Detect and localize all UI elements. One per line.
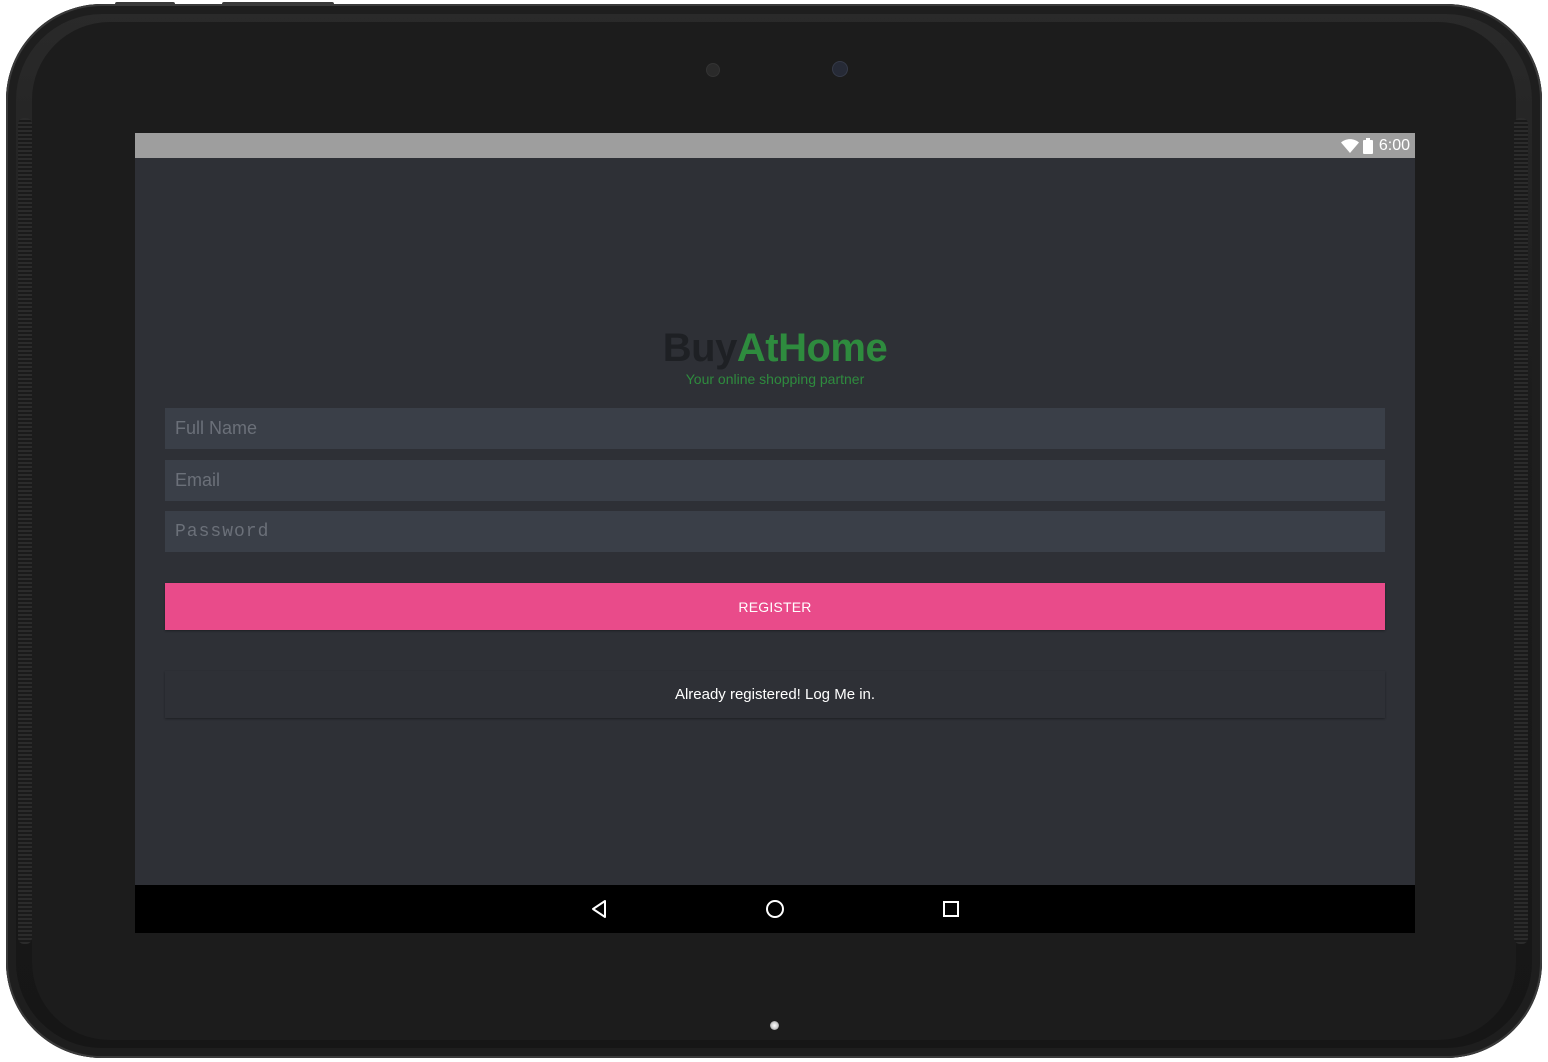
front-camera [833,62,847,76]
volume-button [115,2,175,6]
notification-led [770,1021,779,1030]
sensor-dot [707,64,719,76]
back-icon [592,900,606,918]
login-link-button[interactable]: Already registered! Log Me in. [165,671,1385,718]
wifi-icon [1340,139,1359,153]
full-name-input[interactable] [165,408,1385,449]
status-bar: 6:00 [135,133,1415,158]
recents-icon [943,901,959,917]
back-button[interactable] [585,895,613,923]
register-button[interactable]: REGISTER [165,583,1385,630]
recents-button[interactable] [937,895,965,923]
app-logo: BuyAtHome [135,325,1415,371]
left-speaker-grille [18,118,32,944]
status-icons: 6:00 [1340,136,1410,156]
right-speaker-grille [1514,118,1528,944]
logo-athome-text: AtHome [736,326,888,370]
logo-buy-text: Buy [662,326,738,370]
home-icon [766,900,784,918]
battery-icon [1362,138,1373,154]
home-button[interactable] [761,895,789,923]
logo-tagline: Your online shopping partner [685,371,865,387]
power-button [222,2,334,6]
app-screen: 6:00 BuyAtHome Your online shopping part… [135,133,1415,933]
email-input[interactable] [165,460,1385,501]
navigation-bar [135,885,1415,933]
status-time: 6:00 [1378,137,1410,154]
password-input[interactable] [165,511,1385,552]
